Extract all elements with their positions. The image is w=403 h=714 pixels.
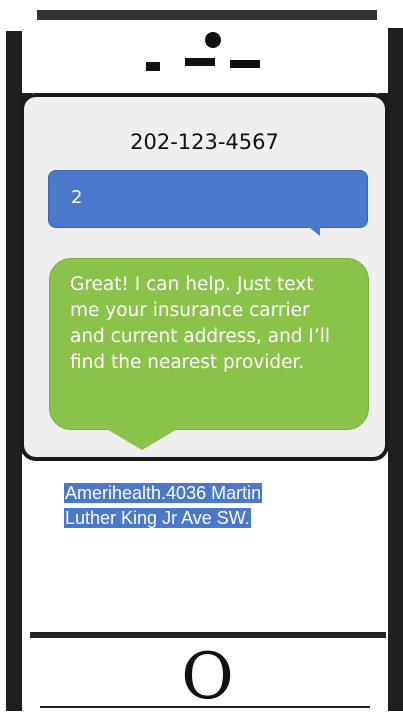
received-bubble-tail [105, 428, 179, 450]
contact-phone-number: 202-123-4567 [130, 130, 279, 154]
phone-bottom-bezel [30, 632, 386, 638]
home-button[interactable]: O [160, 644, 255, 711]
phone-right-edge [388, 28, 403, 93]
sent-message-text: 2 [71, 187, 83, 208]
typed-text-line: Luther King Jr Ave SW. [64, 508, 251, 528]
phone-bottom-edge [40, 706, 370, 708]
camera-icon [205, 32, 221, 48]
sent-bubble-tail [300, 220, 320, 236]
received-message-bubble: Great! I can help. Just text me your ins… [49, 258, 369, 430]
sent-message-bubble: 2 [48, 170, 368, 228]
phone-top-edge [37, 10, 377, 20]
received-message-text: Great! I can help. Just text me your ins… [70, 274, 331, 373]
speaker-grille [185, 58, 215, 66]
phone-right-edge [388, 450, 403, 711]
speaker-grille [230, 60, 260, 68]
phone-left-edge [6, 450, 22, 711]
typed-text-line: Amerihealth.4036 Martin [64, 483, 263, 503]
speaker-grille [146, 62, 160, 71]
message-input[interactable]: Amerihealth.4036 Martin Luther King Jr A… [64, 481, 354, 531]
phone-left-edge [6, 31, 22, 93]
